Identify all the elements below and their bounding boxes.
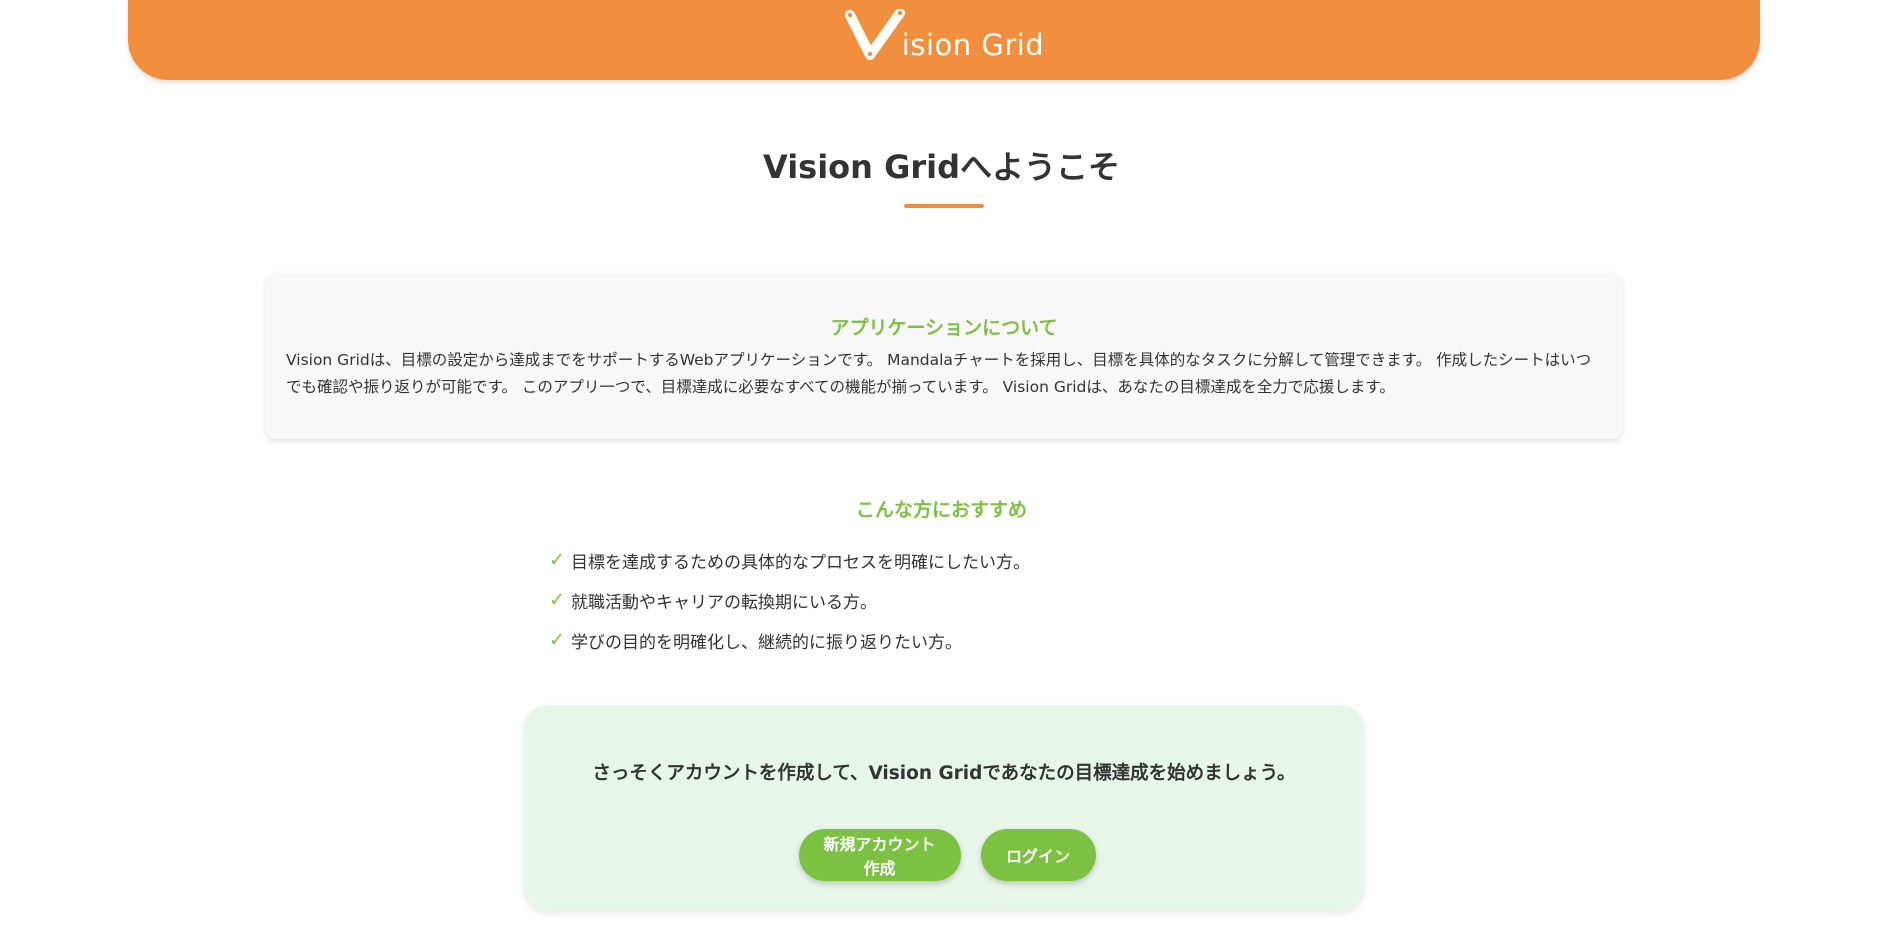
about-description: Vision Gridは、目標の設定から達成までをサポートするWebアプリケーシ… <box>286 351 1592 396</box>
about-card: アプリケーションについて Vision Gridは、目標の設定から達成までをサポ… <box>266 273 1622 439</box>
vision-v-logo-icon <box>844 9 905 60</box>
title-underline <box>904 204 984 208</box>
app-logo-text: ision Grid <box>901 28 1045 62</box>
about-heading: アプリケーションについて <box>830 317 1058 339</box>
list-item: ✓ 目標を達成するための具体的なプロセスを明確にしたい方。 <box>549 540 1030 580</box>
cta-buttons: 新規アカウント作成 ログイン <box>524 829 1364 881</box>
page-title: Vision Gridへようこそ <box>762 148 1121 186</box>
recommend-list: ✓ 目標を達成するための具体的なプロセスを明確にしたい方。 ✓ 就職活動やキャリ… <box>549 540 1030 660</box>
list-item-text: 目標を達成するための具体的なプロセスを明確にしたい方。 <box>571 552 1030 573</box>
list-item: ✓ 就職活動やキャリアの転換期にいる方。 <box>549 580 1030 620</box>
check-icon: ✓ <box>549 589 565 611</box>
list-item: ✓ 学びの目的を明確化し、継続的に振り返りたい方。 <box>549 620 1030 660</box>
app-logo[interactable]: ision Grid <box>844 9 1044 61</box>
site-header: ision Grid <box>128 0 1760 80</box>
check-icon: ✓ <box>549 549 565 571</box>
register-button[interactable]: 新規アカウント作成 <box>798 829 961 881</box>
cta-message: さっそくアカウントを作成して、Vision Gridであなたの目標達成を始めまし… <box>592 763 1296 784</box>
list-item-text: 就職活動やキャリアの転換期にいる方。 <box>571 592 877 613</box>
list-item-text: 学びの目的を明確化し、継続的に振り返りたい方。 <box>571 632 962 653</box>
recommend-heading: こんな方におすすめ <box>855 499 1027 521</box>
login-button[interactable]: ログイン <box>980 829 1096 881</box>
cta-card: さっそくアカウントを作成して、Vision Gridであなたの目標達成を始めまし… <box>524 705 1364 910</box>
check-icon: ✓ <box>549 629 565 651</box>
